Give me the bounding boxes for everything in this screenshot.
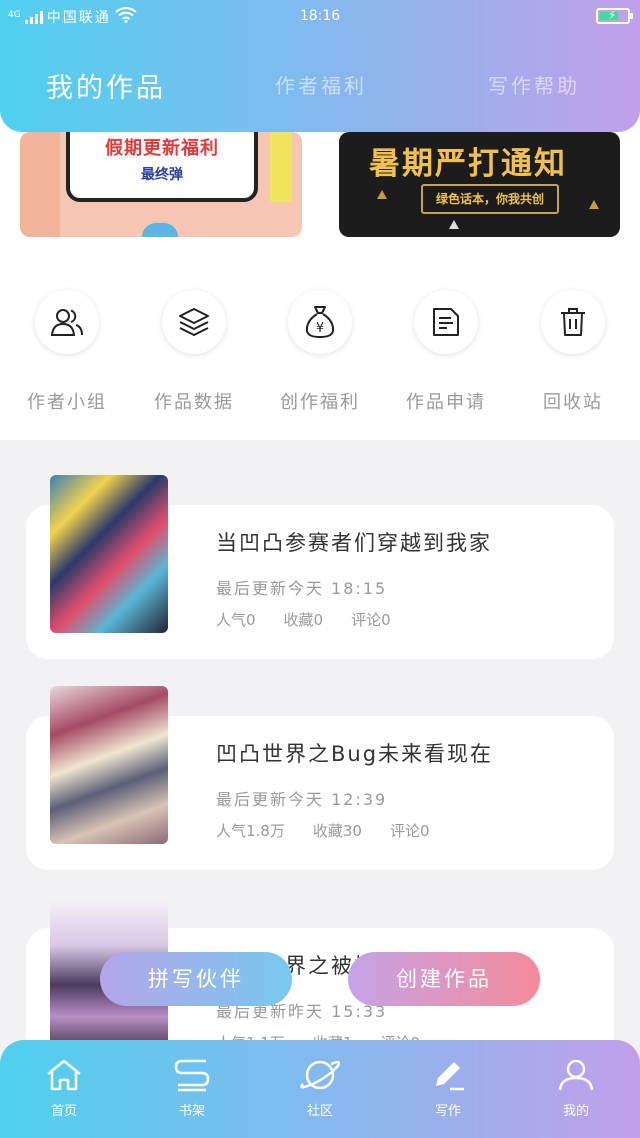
nav-label: 书架	[178, 1104, 205, 1119]
app-header: 4G 中国联通 18:16 ⚡ 我的作品 作者福利 写作帮助	[0, 0, 640, 132]
document-icon	[414, 290, 478, 354]
action-label: 作品数据	[154, 392, 234, 413]
pen-icon	[428, 1062, 468, 1096]
work-stats: 人气0 收藏0 评论0	[216, 609, 391, 630]
tab-author-benefits[interactable]: 作者福利	[275, 70, 367, 99]
work-title: 当凹凸参赛者们穿越到我家	[216, 531, 492, 555]
banner-subtitle: 绿色话本，你我共创	[421, 184, 559, 214]
action-work-application[interactable]: 作品申请	[391, 290, 501, 414]
people-icon	[35, 290, 99, 354]
planet-icon	[300, 1060, 341, 1096]
layers-icon	[162, 290, 226, 354]
banner-card: 假期更新福利 最终弹	[66, 132, 258, 202]
action-label: 作品申请	[406, 392, 486, 413]
battery-icon: ⚡	[596, 8, 633, 24]
header-tabs: 我的作品 作者福利 写作帮助	[0, 70, 640, 110]
work-favorites: 收藏30	[312, 822, 362, 840]
action-author-group[interactable]: 作者小组	[12, 290, 122, 414]
find-partner-button[interactable]: 拼写伙伴	[100, 952, 292, 1006]
svg-text:¥: ¥	[316, 321, 324, 336]
cloud-icon	[142, 223, 178, 237]
nav-bookshelf[interactable]: 书架	[147, 1058, 237, 1119]
action-label: 创作福利	[280, 392, 360, 413]
nav-community[interactable]: 社区	[275, 1058, 365, 1119]
banner-title: 暑期严打通知	[369, 146, 567, 182]
work-stats: 人气1.8万 收藏30 评论0	[216, 820, 430, 841]
banner-subtitle: 最终弹	[141, 167, 183, 183]
bottom-nav: 首页 书架 社区 写作 我的	[0, 1040, 640, 1138]
triangle-decoration-icon	[377, 190, 387, 199]
triangle-decoration-icon	[449, 220, 459, 229]
tab-writing-help[interactable]: 写作帮助	[488, 70, 580, 99]
work-cover-image[interactable]	[50, 475, 168, 633]
work-popularity: 人气1.8万	[216, 822, 285, 840]
nav-mine[interactable]: 我的	[531, 1058, 621, 1119]
nav-label: 我的	[562, 1104, 589, 1119]
action-label: 作者小组	[27, 392, 107, 413]
banner-holiday-update[interactable]: 假期更新福利 最终弹	[20, 132, 302, 237]
work-updated: 最后更新今天 12:39	[216, 790, 388, 809]
status-bar: 4G 中国联通 18:16 ⚡	[0, 0, 640, 34]
home-icon	[45, 1059, 83, 1096]
nav-label: 写作	[434, 1104, 461, 1119]
work-title: 凹凸世界之Bug未来看现在	[216, 742, 494, 766]
work-popularity: 人气0	[216, 611, 256, 629]
action-recycle-bin[interactable]: 回收站	[518, 290, 628, 414]
trash-icon	[541, 290, 605, 354]
tab-my-works[interactable]: 我的作品	[46, 66, 166, 105]
create-work-button[interactable]: 创建作品	[348, 952, 540, 1006]
bookshelf-icon	[172, 1059, 212, 1096]
banner-summer-notice[interactable]: 暑期严打通知 绿色话本，你我共创	[339, 132, 620, 237]
action-works-data[interactable]: 作品数据	[139, 290, 249, 414]
nav-home[interactable]: 首页	[19, 1058, 109, 1119]
triangle-decoration-icon	[589, 200, 599, 209]
nav-write[interactable]: 写作	[403, 1058, 493, 1119]
banner-title: 假期更新福利	[105, 138, 219, 159]
nav-label: 社区	[306, 1104, 333, 1119]
nav-label: 首页	[50, 1104, 77, 1119]
money-bag-icon: ¥	[288, 290, 352, 354]
action-creator-benefits[interactable]: ¥ 创作福利	[265, 290, 375, 414]
user-icon	[556, 1059, 596, 1096]
work-updated: 最后更新今天 18:15	[216, 579, 388, 598]
work-favorites: 收藏0	[283, 611, 324, 629]
work-cover-image[interactable]	[50, 686, 168, 844]
status-time: 18:16	[299, 8, 341, 24]
action-label: 回收站	[543, 392, 603, 413]
work-comments: 评论0	[351, 611, 391, 629]
work-comments: 评论0	[389, 822, 430, 840]
